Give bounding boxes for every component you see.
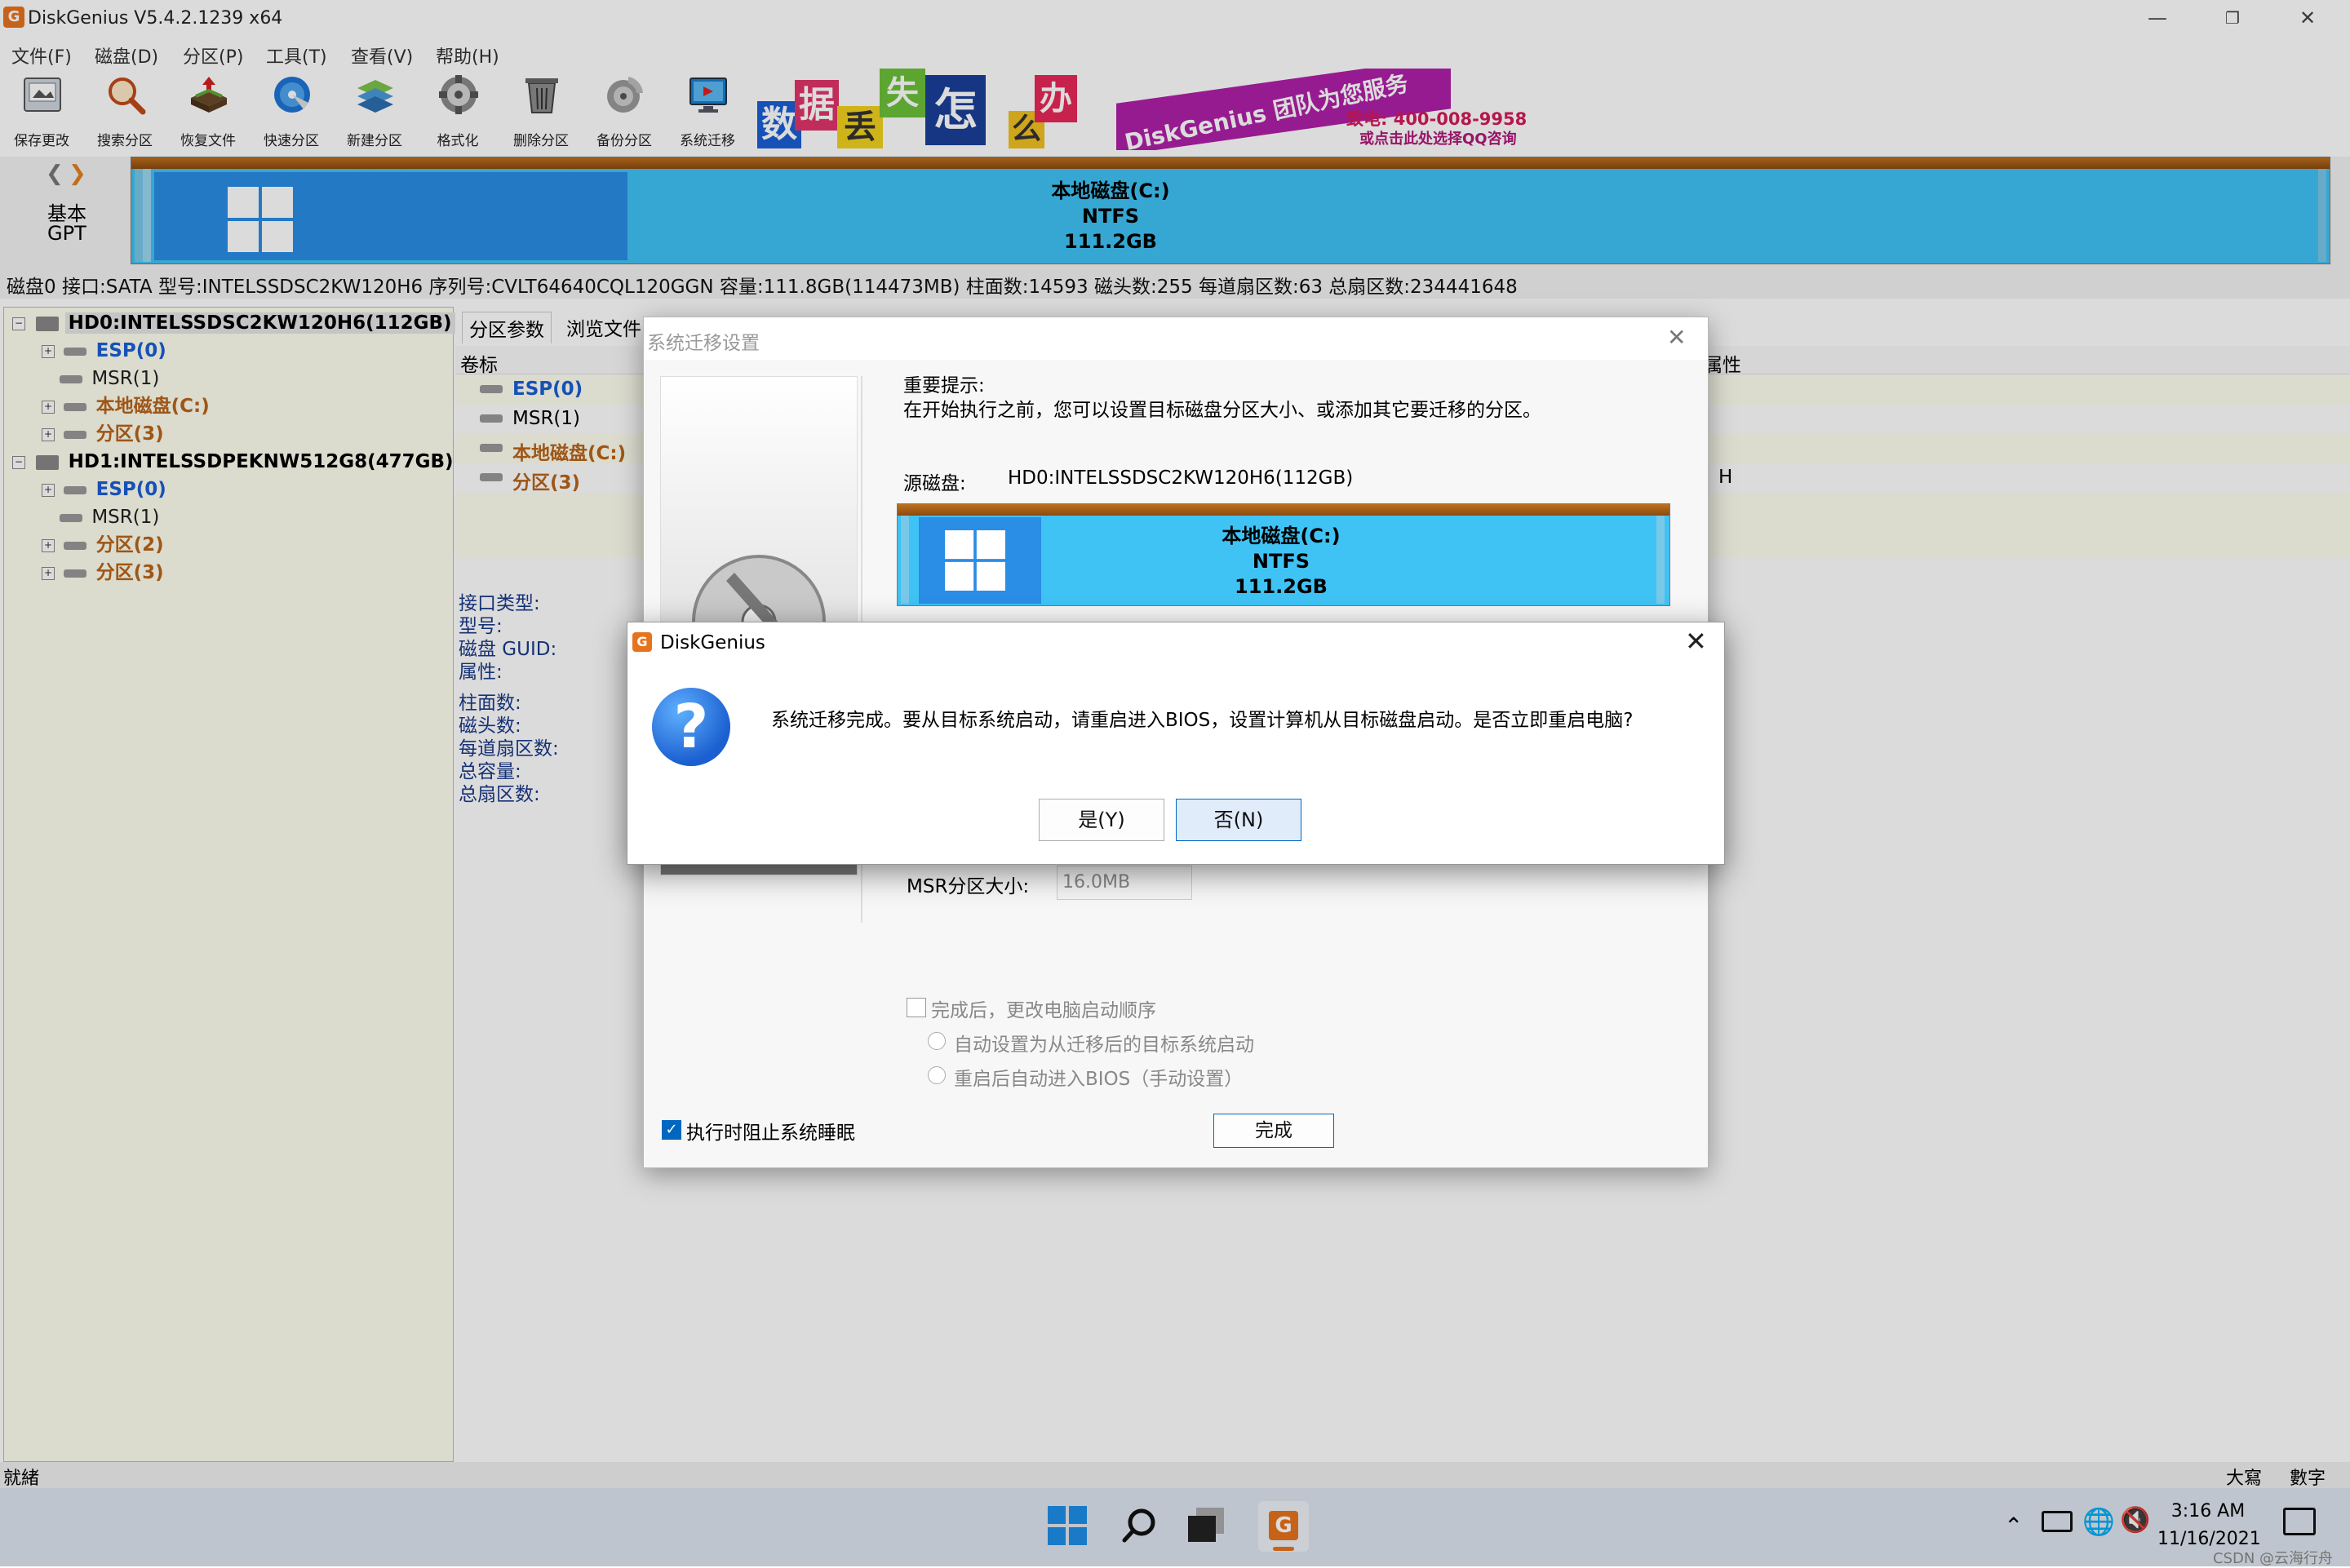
source-disk-value: HD0:INTELSSDSC2KW120H6(112GB): [1008, 467, 1354, 489]
migrate-title: 系统迁移设置: [647, 333, 760, 354]
migrate-titlebar: 系统迁移设置 ✕: [644, 317, 1708, 360]
auto-boot-radio[interactable]: [928, 1032, 946, 1050]
change-boot-checkbox[interactable]: [907, 998, 926, 1017]
migrate-bar-text: 本地磁盘(C:) NTFS 111.2GB: [1199, 524, 1363, 600]
bar-top: [898, 504, 1669, 516]
msgbox-titlebar: G DiskGenius ✕: [627, 622, 1724, 663]
notice-title: 重要提示:: [903, 375, 985, 396]
prevent-sleep-checkbox[interactable]: ✓: [662, 1120, 681, 1140]
bar-tail: [1656, 516, 1665, 604]
bios-boot-radio[interactable]: [928, 1066, 946, 1084]
msgbox-text: 系统迁移完成。要从目标系统启动，请重启进入BIOS，设置计算机从目标磁盘启动。是…: [771, 710, 1634, 731]
migrate-bar-size: 111.2GB: [1235, 575, 1328, 598]
msgbox-title: DiskGenius: [660, 632, 765, 653]
change-boot-label: 完成后，更改电脑启动顺序: [931, 1000, 1156, 1021]
migrate-bar-name: 本地磁盘(C:): [1222, 525, 1341, 547]
bar-esp: [901, 516, 909, 604]
question-icon: ?: [652, 688, 730, 766]
msgbox-close-icon[interactable]: ✕: [1685, 626, 1707, 657]
no-button[interactable]: 否(N): [1176, 799, 1301, 841]
auto-boot-label: 自动设置为从迁移后的目标系统启动: [954, 1034, 1254, 1056]
yes-button[interactable]: 是(Y): [1039, 799, 1164, 841]
migrate-close-icon[interactable]: ✕: [1667, 324, 1686, 351]
diskgenius-icon: G: [632, 632, 652, 652]
notice-text: 在开始执行之前，您可以设置目标磁盘分区大小、或添加其它要迁移的分区。: [903, 400, 1541, 421]
confirm-restart-dialog: G DiskGenius ✕ ? 系统迁移完成。要从目标系统启动，请重启进入BI…: [627, 622, 1725, 865]
bios-boot-label: 重启后自动进入BIOS（手动设置）: [954, 1069, 1244, 1090]
migrate-bar-fs: NTFS: [1252, 550, 1310, 573]
msr-size-label: MSR分区大小:: [907, 876, 1030, 897]
source-disk-label: 源磁盘:: [903, 473, 966, 494]
msr-size-input[interactable]: 16.0MB: [1057, 866, 1192, 900]
migrate-partition-bar[interactable]: 本地磁盘(C:) NTFS 111.2GB: [897, 503, 1670, 606]
finish-button[interactable]: 完成: [1213, 1114, 1334, 1148]
windows-logo-icon: [945, 530, 1005, 591]
prevent-sleep-label: 执行时阻止系统睡眠: [686, 1123, 855, 1144]
